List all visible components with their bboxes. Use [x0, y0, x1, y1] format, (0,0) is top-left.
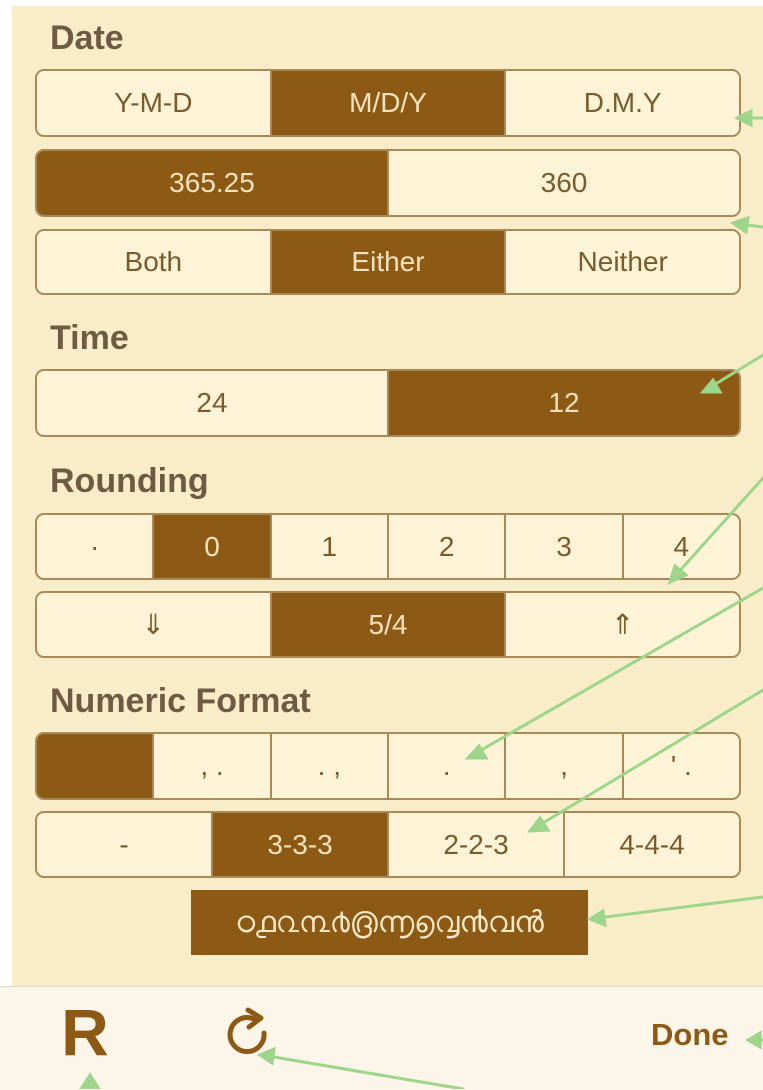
language-button[interactable]: ഠ൧൨൩൪൫൬൭൮൯വൻ — [191, 890, 588, 955]
date-order-control[interactable]: Y-M-D M/D/Y D.M.Y — [35, 69, 741, 137]
rounding-digits-option[interactable]: 3 — [504, 515, 621, 578]
rounding-mode-option[interactable]: ⇓ — [37, 593, 270, 656]
date-heading: Date — [50, 19, 124, 57]
date-order-option[interactable]: Y-M-D — [37, 71, 270, 135]
date-inclusion-option[interactable]: Either — [269, 231, 505, 293]
rounding-mode-control[interactable]: ⇓ 5/4 ⇑ — [35, 591, 741, 658]
year-length-option[interactable]: 365.25 — [37, 151, 387, 215]
number-separators-option[interactable]: . — [386, 734, 504, 798]
date-inclusion-option[interactable]: Neither — [504, 231, 739, 293]
date-inclusion-control[interactable]: Both Either Neither — [35, 229, 741, 295]
rounding-heading: Rounding — [50, 462, 209, 500]
number-separators-option[interactable]: , . — [152, 734, 269, 798]
r-button[interactable]: R — [55, 997, 115, 1067]
year-length-option[interactable]: 360 — [387, 151, 739, 215]
number-separators-option[interactable]: , — [504, 734, 621, 798]
done-button[interactable]: Done — [651, 1015, 729, 1055]
rounding-digits-control[interactable]: · 0 1 2 3 4 — [35, 513, 741, 580]
digit-grouping-option[interactable]: 2-2-3 — [387, 813, 563, 876]
bottom-toolbar: R Done — [0, 986, 763, 1090]
rounding-digits-option[interactable]: 2 — [386, 515, 504, 578]
digit-grouping-option[interactable]: 4-4-4 — [563, 813, 739, 876]
rounding-digits-option[interactable]: 0 — [152, 515, 270, 578]
rounding-digits-option[interactable]: · — [37, 515, 152, 578]
rounding-digits-option[interactable]: 1 — [269, 515, 387, 578]
time-format-control[interactable]: 24 12 — [35, 369, 741, 437]
rounding-digits-option[interactable]: 4 — [621, 515, 739, 578]
time-heading: Time — [50, 319, 129, 357]
time-format-option[interactable]: 24 — [37, 371, 387, 435]
year-length-control[interactable]: 365.25 360 — [35, 149, 741, 217]
number-separators-control[interactable]: , .. ,., ' . — [35, 732, 741, 800]
digit-grouping-control[interactable]: -3-3-3 2-2-3 4-4-4 — [35, 811, 741, 878]
number-separators-option[interactable]: . , — [269, 734, 387, 798]
digit-grouping-option[interactable]: - — [37, 813, 211, 876]
date-inclusion-option[interactable]: Both — [37, 231, 270, 293]
date-order-option[interactable]: D.M.Y — [504, 71, 739, 135]
numeric-format-heading: Numeric Format — [50, 682, 311, 720]
rounding-mode-option[interactable]: 5/4 — [269, 593, 505, 656]
digit-grouping-option[interactable]: 3-3-3 — [211, 813, 387, 876]
date-order-option[interactable]: M/D/Y — [269, 71, 505, 135]
number-separators-option[interactable]: ' . — [621, 734, 739, 798]
rounding-mode-option[interactable]: ⇑ — [504, 593, 739, 656]
time-format-option[interactable]: 12 — [387, 371, 739, 435]
number-separators-option[interactable] — [37, 734, 153, 798]
refresh-icon[interactable] — [224, 1007, 274, 1063]
